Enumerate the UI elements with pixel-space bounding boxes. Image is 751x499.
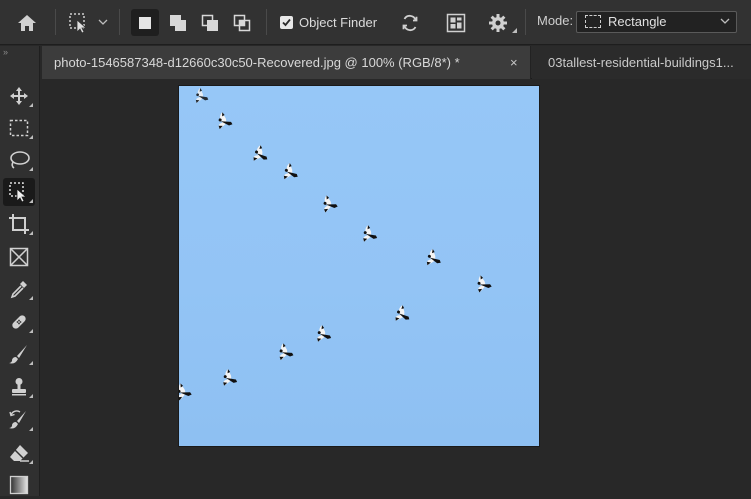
document-canvas[interactable] — [179, 86, 539, 446]
move-tool[interactable] — [3, 82, 35, 110]
crop-tool[interactable] — [3, 210, 35, 238]
stamp-icon — [12, 378, 26, 396]
new-selection-button[interactable] — [131, 9, 159, 36]
clone-stamp-tool[interactable] — [3, 373, 35, 401]
gear-icon[interactable] — [485, 10, 511, 36]
subtract-from-selection-button[interactable] — [196, 9, 224, 36]
mode-label: Mode: — [537, 13, 574, 28]
separator — [525, 9, 526, 35]
home-icon[interactable] — [14, 11, 40, 35]
marquee-icon — [9, 119, 29, 137]
chevron-down-icon[interactable] — [97, 16, 109, 28]
object-selection-icon — [9, 182, 28, 203]
separator — [266, 9, 267, 35]
refresh-icon[interactable] — [397, 10, 423, 36]
brush-icon — [9, 345, 27, 364]
panel-collapse-icon[interactable]: » — [3, 47, 9, 57]
mode-select-value: Rectangle — [608, 14, 667, 29]
rectangular-marquee-tool[interactable] — [3, 114, 35, 142]
eyedropper-tool[interactable] — [3, 275, 35, 303]
tools-panel: » — [0, 46, 40, 496]
history-brush-icon — [9, 410, 26, 429]
history-brush-tool[interactable] — [3, 406, 35, 434]
object-selection-tool[interactable] — [3, 178, 35, 206]
frame-icon — [9, 247, 29, 267]
eraser-icon — [10, 445, 29, 462]
document-tab-active[interactable]: photo-1546587348-d12660c30c50-Recovered.… — [42, 46, 531, 79]
document-tab-title: 03tallest-residential-buildings1... — [548, 55, 734, 70]
crop-icon — [9, 214, 29, 234]
intersect-selection-button[interactable] — [228, 9, 256, 36]
gradient-tool[interactable] — [3, 471, 35, 499]
object-finder-label[interactable]: Object Finder — [299, 15, 377, 30]
options-bar: Object Finder Mode: Rectangle — [0, 0, 751, 45]
close-tab-icon[interactable]: × — [510, 55, 518, 70]
lasso-icon — [10, 151, 30, 169]
separator — [119, 9, 120, 35]
mode-select[interactable]: Rectangle — [576, 11, 737, 33]
document-tab-inactive[interactable]: 03tallest-residential-buildings1... — [532, 46, 751, 79]
dropdown-corner-icon[interactable] — [510, 26, 518, 34]
add-to-selection-button[interactable] — [164, 9, 192, 36]
document-tab-title: photo-1546587348-d12660c30c50-Recovered.… — [54, 55, 460, 70]
lasso-tool[interactable] — [3, 146, 35, 174]
canvas-image — [179, 87, 494, 403]
chevron-down-icon — [720, 16, 730, 26]
brush-tool[interactable] — [3, 340, 35, 368]
gradient-icon — [9, 475, 29, 495]
object-finder-checkbox[interactable] — [280, 16, 293, 29]
bandage-icon — [12, 315, 26, 329]
show-all-objects-icon[interactable] — [443, 10, 469, 36]
object-selection-preset-icon[interactable] — [66, 10, 92, 36]
document-tab-bar: photo-1546587348-d12660c30c50-Recovered.… — [42, 46, 751, 79]
eyedropper-icon — [10, 281, 27, 299]
eraser-tool[interactable] — [3, 439, 35, 467]
separator — [55, 9, 56, 35]
move-icon — [10, 87, 28, 105]
bird-flock — [179, 87, 494, 403]
rectangle-marquee-icon — [585, 15, 601, 28]
frame-tool[interactable] — [3, 243, 35, 271]
spot-healing-tool[interactable] — [3, 308, 35, 336]
